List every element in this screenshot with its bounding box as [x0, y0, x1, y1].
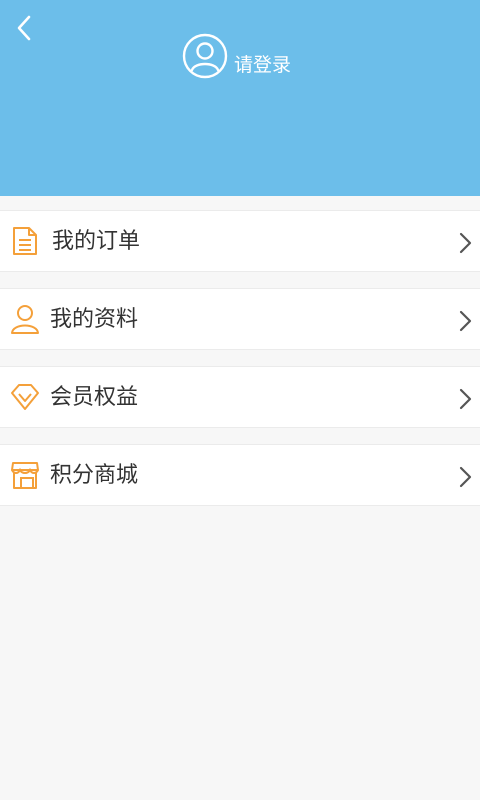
menu-item-membership[interactable]: 会员权益: [0, 366, 480, 428]
profile-header: 请登录: [0, 0, 480, 196]
login-link[interactable]: 请登录: [182, 32, 291, 80]
back-button[interactable]: [8, 12, 40, 44]
menu-item-label: 我的订单: [52, 229, 141, 254]
menu-item-points-mall[interactable]: 积分商城: [0, 444, 480, 506]
menu-item-orders[interactable]: 我的订单: [0, 210, 480, 272]
menu-list: 我的订单 我的资料 会员权益 积分商城: [0, 210, 480, 522]
store-icon: [11, 462, 39, 489]
user-circle-icon: [182, 33, 228, 79]
chevron-right-icon: [459, 466, 472, 488]
login-label: 请登录: [234, 53, 292, 76]
menu-item-label: 会员权益: [50, 385, 139, 410]
person-icon: [11, 305, 39, 334]
menu-item-profile[interactable]: 我的资料: [0, 288, 480, 350]
chevron-right-icon: [459, 310, 472, 332]
profile-screen: 请登录 我的订单 我的资料 会员权益 积分商城: [0, 0, 480, 800]
chevron-right-icon: [459, 232, 472, 254]
diamond-icon: [11, 384, 39, 410]
menu-item-label: 我的资料: [50, 307, 139, 332]
chevron-left-icon: [17, 15, 31, 41]
chevron-right-icon: [459, 388, 472, 410]
menu-item-label: 积分商城: [50, 463, 139, 488]
document-icon: [13, 227, 37, 255]
